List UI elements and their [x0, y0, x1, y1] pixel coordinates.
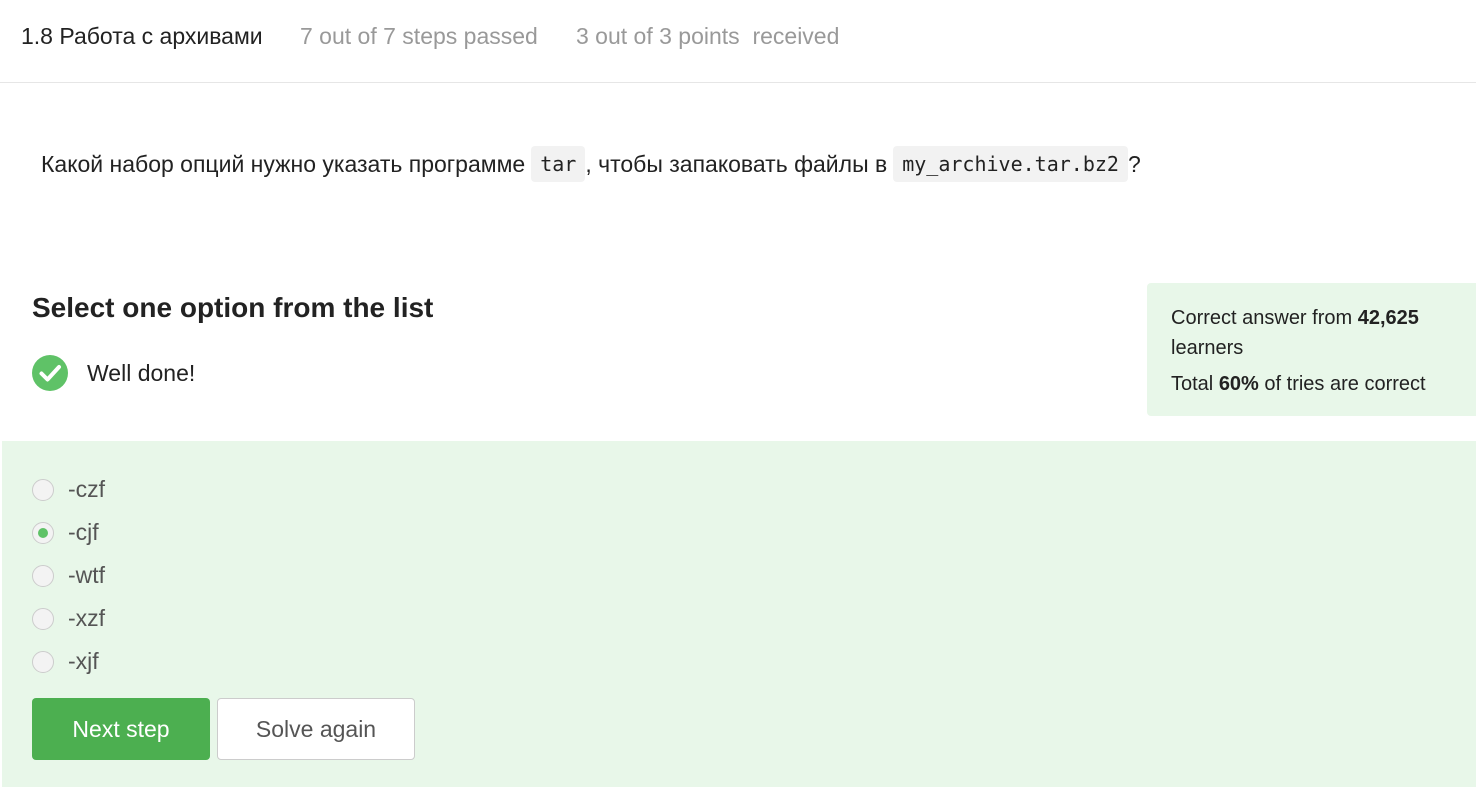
radio-button-selected[interactable]: [32, 521, 54, 544]
stats-percent: Total 60% of tries are correct: [1171, 369, 1476, 399]
option-item[interactable]: -wtf: [32, 554, 105, 597]
radio-button[interactable]: [32, 564, 54, 587]
answer-area: -czf -cjf -wtf -xzf -xjf Next step Solve…: [2, 441, 1476, 787]
feedback-correct: Well done!: [32, 355, 195, 391]
option-item[interactable]: -czf: [32, 468, 105, 511]
answer-stats: Correct answer from 42,625 learners Tota…: [1147, 283, 1476, 416]
radio-button[interactable]: [32, 607, 54, 630]
quiz-title: Select one option from the list: [32, 292, 434, 323]
radio-button[interactable]: [32, 478, 54, 501]
option-label: -xjf: [68, 648, 99, 674]
step-header: 1.8 Работа с архивами 7 out of 7 steps p…: [0, 0, 1476, 83]
stats-percent-value: 60%: [1218, 373, 1259, 395]
options-list: -czf -cjf -wtf -xzf -xjf: [32, 468, 105, 683]
option-label: -czf: [68, 476, 106, 502]
radio-button[interactable]: [32, 650, 54, 673]
lesson-title[interactable]: 1.8 Работа с архивами: [21, 23, 263, 50]
check-circle-icon: [32, 355, 68, 391]
question-text-after: ?: [1127, 150, 1141, 177]
stats-percent-prefix: Total: [1171, 373, 1214, 395]
solve-again-button[interactable]: Solve again: [217, 698, 415, 760]
stats-learners: Correct answer from 42,625 learners: [1171, 303, 1476, 363]
option-item[interactable]: -xzf: [32, 597, 105, 640]
points-progress: 3 out of 3 points received: [576, 23, 840, 49]
option-label: -cjf: [68, 519, 99, 545]
steps-progress: 7 out of 7 steps passed: [300, 23, 538, 49]
option-label: -wtf: [68, 562, 106, 588]
stats-learners-suffix: learners: [1171, 337, 1244, 359]
stats-learners-prefix: Correct answer from: [1171, 307, 1353, 329]
option-item[interactable]: -cjf: [32, 511, 105, 554]
code-snippet-tar: tar: [531, 146, 586, 182]
next-step-button[interactable]: Next step: [32, 698, 210, 760]
question-text-middle: , чтобы запаковать файлы в: [585, 150, 888, 177]
stats-learners-count: 42,625: [1357, 307, 1419, 329]
question-text-before: Какой набор опций нужно указать программ…: [41, 150, 526, 177]
question-text: Какой набор опций нужно указать программ…: [41, 145, 1141, 183]
option-label: -xzf: [68, 605, 106, 631]
feedback-text: Well done!: [87, 359, 196, 386]
code-snippet-archive: my_archive.tar.bz2: [893, 146, 1128, 182]
option-item[interactable]: -xjf: [32, 640, 105, 683]
stats-percent-suffix: of tries are correct: [1264, 373, 1426, 395]
